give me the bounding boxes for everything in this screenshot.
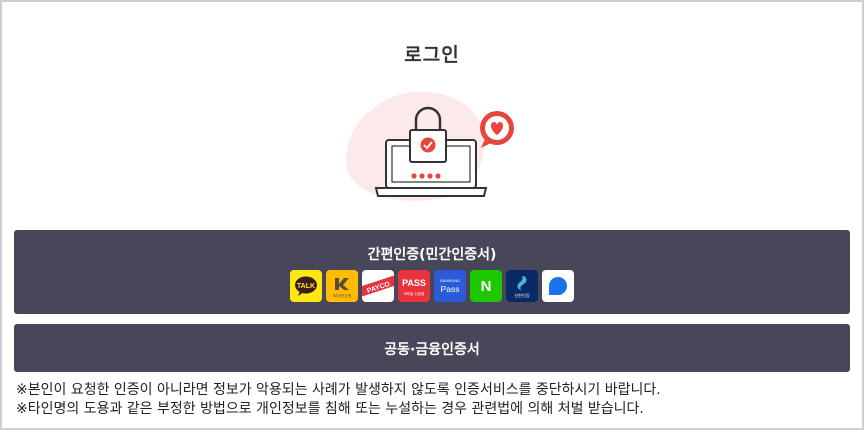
samsung-pass-icon[interactable]: SAMSUNG Pass [434,270,466,302]
page-title: 로그인 [404,44,460,66]
notice-line: ※본인이 요청한 인증이 아니라면 정보가 악용되는 사례가 발생하지 않도록 … [16,382,661,398]
svg-text:TALK: TALK [297,283,315,290]
naver-icon[interactable]: N [470,270,502,302]
notice-text: ※본인이 요청한 인증이 아니라면 정보가 악용되는 사례가 발생하지 않도록 … [16,381,661,419]
secure-laptop-illustration [345,91,514,201]
login-panel: 로그인 간편인증(민간인증서) TALK KB국민은행 PAYCO PASS 모… [0,0,864,430]
pass-icon[interactable]: PASS 모바일 신분증 [398,270,430,302]
provider-list: TALK KB국민은행 PAYCO PASS 모바일 신분증 SAMSUNG P… [290,270,574,302]
payco-icon[interactable]: PAYCO [362,270,394,302]
simple-auth-label: 간편인증(민간인증서) [367,247,497,263]
svg-text:PASS: PASS [402,278,426,288]
svg-text:KB국민은행: KB국민은행 [333,293,351,298]
svg-text:Pass: Pass [441,284,460,294]
cert-auth-label: 공동·금융인증서 [384,342,480,358]
svg-text:모바일 신분증: 모바일 신분증 [404,291,426,296]
simple-auth-button[interactable]: 간편인증(민간인증서) TALK KB국민은행 PAYCO PASS 모바일 신… [14,230,850,314]
shinhan-icon[interactable]: 신한인증 [506,270,538,302]
kakao-icon[interactable]: TALK [290,270,322,302]
svg-text:N: N [481,278,492,295]
notice-line: ※타인명의 도용과 같은 부정한 방법으로 개인정보를 침해 또는 누설하는 경… [16,401,644,417]
svg-text:신한인증: 신한인증 [514,292,530,298]
svg-text:SAMSUNG: SAMSUNG [440,278,460,283]
toss-icon[interactable] [542,270,574,302]
joint-financial-cert-button[interactable]: 공동·금융인증서 [14,324,850,372]
kb-icon[interactable]: KB국민은행 [326,270,358,302]
